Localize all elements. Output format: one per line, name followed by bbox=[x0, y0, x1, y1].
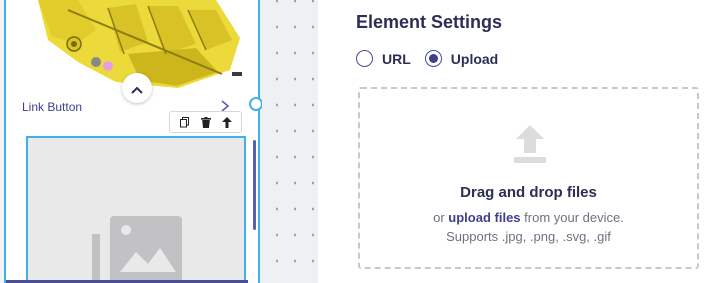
canvas-scrollbar[interactable] bbox=[253, 140, 256, 230]
device-preview-frame: Link Button bbox=[4, 0, 260, 283]
radio-url-circle[interactable] bbox=[356, 50, 373, 67]
delete-button[interactable] bbox=[198, 114, 214, 130]
dropzone-suffix: from your device. bbox=[520, 210, 624, 225]
radio-upload[interactable]: Upload bbox=[424, 50, 499, 67]
element-toolbar bbox=[169, 111, 242, 133]
radio-url[interactable]: URL bbox=[356, 50, 411, 67]
upload-dropzone[interactable]: Drag and drop files or upload files from… bbox=[358, 87, 699, 269]
trash-icon bbox=[200, 113, 211, 132]
panel-title: Element Settings bbox=[356, 12, 503, 32]
move-up-button[interactable] bbox=[219, 114, 235, 130]
dropzone-title: Drag and drop files bbox=[460, 184, 597, 201]
duplicate-button[interactable] bbox=[177, 114, 193, 130]
radio-url-label: URL bbox=[382, 50, 411, 67]
radio-upload-label: Upload bbox=[450, 50, 499, 67]
supported-formats: Supports .jpg, .png, .svg, .gif bbox=[446, 229, 611, 244]
element-settings-panel: Element Settings URL Upload Drag and dro… bbox=[318, 0, 704, 283]
upload-files-link[interactable]: upload files bbox=[448, 210, 520, 225]
chevron-right-icon[interactable] bbox=[218, 98, 232, 112]
collapse-toggle-button[interactable] bbox=[122, 73, 152, 103]
source-radio-group: URL Upload bbox=[356, 50, 512, 67]
dropzone-prefix: or bbox=[433, 210, 449, 225]
dropzone-instructions: or upload files from your device. bbox=[360, 210, 697, 225]
upload-icon bbox=[514, 125, 546, 165]
radio-upload-circle[interactable] bbox=[424, 50, 442, 67]
chevron-up-icon bbox=[131, 79, 143, 98]
arrow-up-icon bbox=[221, 113, 232, 132]
link-button-label: Link Button bbox=[22, 100, 83, 114]
copy-icon bbox=[179, 113, 190, 132]
canvas-grid-background bbox=[262, 0, 318, 283]
image-placeholder[interactable] bbox=[26, 136, 246, 283]
add-element-handle[interactable] bbox=[249, 97, 263, 111]
